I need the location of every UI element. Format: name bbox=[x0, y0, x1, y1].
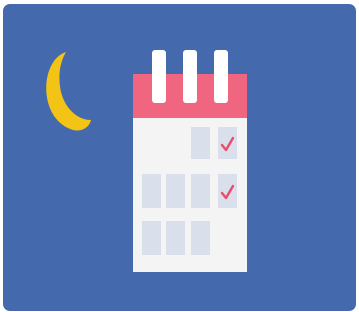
calendar-day-cell bbox=[218, 174, 237, 208]
calendar-day-cell bbox=[166, 174, 185, 208]
calendar-day-cell bbox=[218, 127, 237, 159]
calendar-day-cell bbox=[166, 221, 185, 255]
calendar-ring bbox=[183, 50, 197, 103]
calendar-day-cell bbox=[142, 174, 161, 208]
calendar-day-cell bbox=[191, 127, 210, 159]
calendar-day-cell bbox=[191, 221, 210, 255]
calendar-illustration-card bbox=[3, 4, 356, 311]
calendar-day-cell bbox=[191, 174, 210, 208]
calendar-day-cell bbox=[142, 221, 161, 255]
calendar-ring bbox=[214, 50, 228, 103]
calendar-ring bbox=[152, 50, 166, 103]
calendar-icon bbox=[133, 50, 247, 272]
calendar-illustration bbox=[3, 4, 356, 311]
